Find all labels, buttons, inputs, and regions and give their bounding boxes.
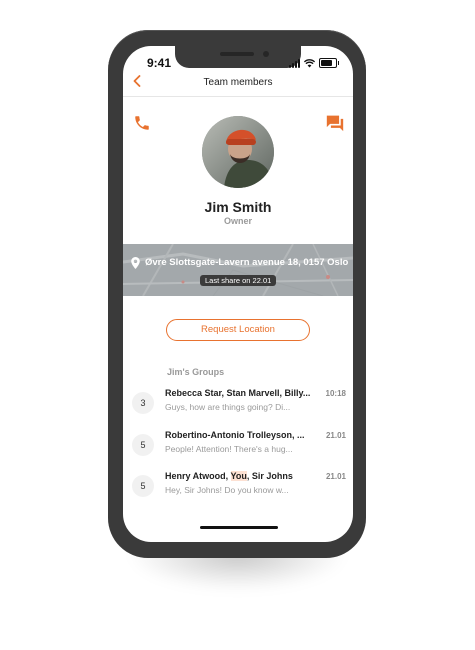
last-share-badge: Last share on 22.01 xyxy=(200,275,277,286)
battery-icon xyxy=(319,58,339,68)
profile-name: Jim Smith xyxy=(204,199,272,215)
status-time: 9:41 xyxy=(147,56,172,70)
phone-icon[interactable] xyxy=(133,114,151,132)
group-last-message: Hey, Sir Johns! Do you know w... xyxy=(165,485,289,495)
nav-bar: Team members xyxy=(123,72,353,97)
group-item[interactable]: 3 Rebecca Star, Stan Marvell, Billy... 1… xyxy=(123,388,353,426)
location-address: Øvre Slottsgate-Lavern avenue 18, 0157 O… xyxy=(145,257,349,268)
group-time: 21.01 xyxy=(325,431,346,440)
phone-screen: 9:41 Team members Jim Smith Owner Øvre S… xyxy=(123,46,353,542)
group-title: Robertino-Antonio Trolleyson, ... xyxy=(165,430,305,440)
group-member-count: 5 xyxy=(132,475,154,497)
status-icons xyxy=(289,58,339,68)
group-title-part: , Sir Johns xyxy=(246,471,293,481)
wifi-icon xyxy=(304,59,315,68)
profile-role: Owner xyxy=(223,216,252,226)
group-title: Rebecca Star, Stan Marvell, Billy... xyxy=(165,388,311,398)
group-member-count: 3 xyxy=(132,392,154,414)
avatar xyxy=(202,116,274,188)
speaker xyxy=(220,52,254,56)
group-item[interactable]: 5 Robertino-Antonio Trolleyson, ... 21.0… xyxy=(123,430,353,468)
signal-icon xyxy=(289,59,300,68)
group-title-you-highlight: You xyxy=(230,471,247,481)
map-background xyxy=(123,244,353,296)
group-member-count: 5 xyxy=(132,434,154,456)
notch xyxy=(175,46,301,68)
request-location-button[interactable]: Request Location xyxy=(166,319,310,341)
group-title-part: Henry Atwood, xyxy=(165,471,231,481)
group-time: 21.01 xyxy=(325,472,346,481)
page-title: Team members xyxy=(203,77,273,88)
group-item[interactable]: 5 Henry Atwood, You, Sir Johns 21.01 Hey… xyxy=(123,471,353,509)
group-time: 10:18 xyxy=(325,389,346,398)
front-camera xyxy=(263,51,269,57)
group-title: Henry Atwood, You, Sir Johns xyxy=(165,471,315,481)
group-last-message: Guys, how are things going? Di... xyxy=(165,402,291,412)
groups-section-title: Jim's Groups xyxy=(167,367,225,377)
location-map[interactable]: Øvre Slottsgate-Lavern avenue 18, 0157 O… xyxy=(123,244,353,296)
chat-icon[interactable] xyxy=(325,114,345,132)
group-last-message: People! Attention! There's a hug... xyxy=(165,444,293,454)
home-indicator[interactable] xyxy=(200,526,278,529)
location-pin-icon xyxy=(131,257,140,269)
